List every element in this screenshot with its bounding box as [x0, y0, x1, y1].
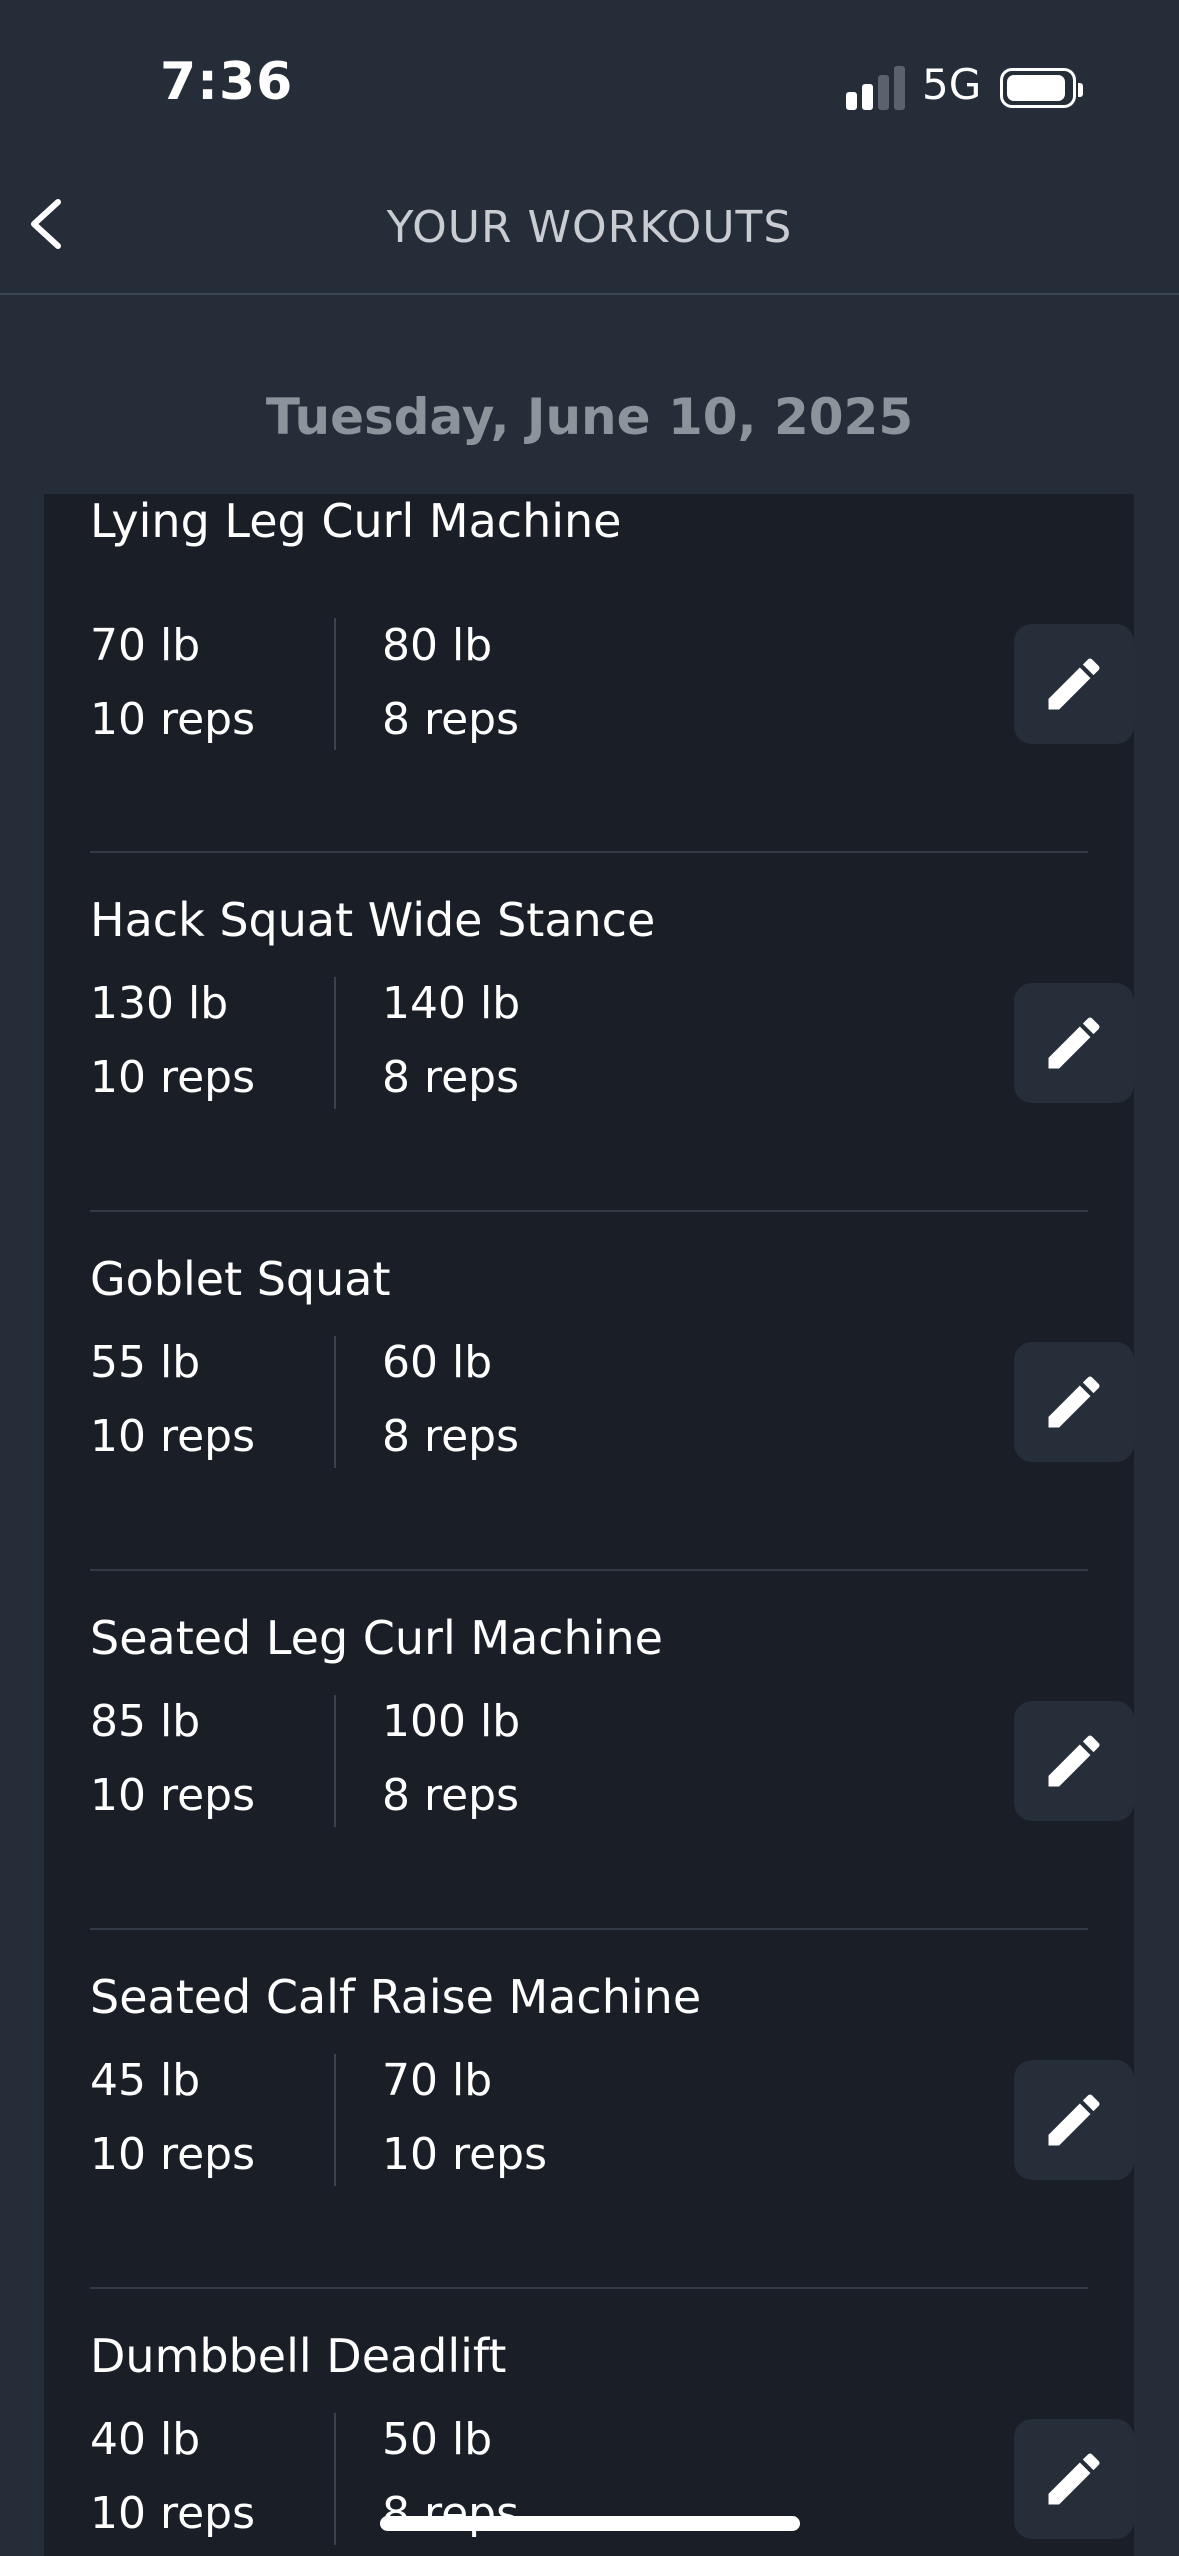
workout-list: Lying Leg Curl Machine 70 lb 10 reps 80 … — [44, 494, 1134, 2556]
set-1: 130 lb 10 reps — [90, 967, 255, 1115]
set-weight: 45 lb — [90, 2055, 201, 2106]
set-2: 140 lb 8 reps — [382, 967, 520, 1115]
set-divider — [334, 1336, 336, 1468]
exercise-entry: Hack Squat Wide Stance 130 lb 10 reps 14… — [90, 853, 1134, 1212]
status-time: 7:36 — [160, 52, 294, 112]
set-divider — [334, 618, 336, 750]
set-1: 85 lb 10 reps — [90, 1685, 255, 1833]
edit-button[interactable] — [1014, 2060, 1134, 2180]
set-1: 55 lb 10 reps — [90, 1326, 255, 1474]
edit-button[interactable] — [1014, 1342, 1134, 1462]
set-2: 60 lb 8 reps — [382, 1326, 519, 1474]
set-1: 45 lb 10 reps — [90, 2044, 255, 2192]
set-1: 70 lb 10 reps — [90, 609, 255, 757]
pencil-icon — [1048, 2094, 1100, 2146]
cellular-signal-icon — [846, 66, 906, 110]
pencil-icon — [1048, 658, 1100, 710]
edit-button[interactable] — [1014, 1701, 1134, 1821]
set-divider — [334, 1695, 336, 1827]
exercise-name: Dumbbell Deadlift — [90, 2329, 507, 2383]
set-weight: 140 lb — [382, 978, 521, 1029]
nav-bar: YOUR WORKOUTS — [0, 150, 1179, 295]
set-1: 40 lb 10 reps — [90, 2403, 255, 2551]
home-indicator[interactable] — [380, 2516, 800, 2531]
pencil-icon — [1048, 1735, 1100, 1787]
edit-button[interactable] — [1014, 983, 1134, 1103]
set-reps: 8 reps — [382, 1411, 520, 1462]
set-divider — [334, 2413, 336, 2545]
set-weight: 85 lb — [90, 1696, 201, 1747]
status-bar: 7:36 5G — [0, 0, 1179, 150]
set-weight: 100 lb — [382, 1696, 521, 1747]
exercise-name: Seated Calf Raise Machine — [90, 1970, 702, 2024]
set-reps: 10 reps — [90, 1411, 256, 1462]
set-reps: 8 reps — [382, 1052, 520, 1103]
exercise-name: Lying Leg Curl Machine — [90, 494, 622, 548]
exercise-entry: Lying Leg Curl Machine 70 lb 10 reps 80 … — [90, 494, 1134, 853]
set-weight: 130 lb — [90, 978, 229, 1029]
set-weight: 55 lb — [90, 1337, 201, 1388]
set-weight: 40 lb — [90, 2414, 201, 2465]
set-reps: 8 reps — [382, 1770, 520, 1821]
exercise-name: Goblet Squat — [90, 1252, 391, 1306]
edit-button[interactable] — [1014, 2419, 1134, 2539]
workout-date: Tuesday, June 10, 2025 — [265, 388, 914, 446]
exercise-entry: Goblet Squat 55 lb 10 reps 60 lb 8 reps — [90, 1212, 1134, 1571]
set-weight: 70 lb — [382, 2055, 493, 2106]
set-2: 100 lb 8 reps — [382, 1685, 520, 1833]
exercise-name: Hack Squat Wide Stance — [90, 893, 656, 947]
set-reps: 10 reps — [382, 2129, 548, 2180]
set-reps: 8 reps — [382, 694, 520, 745]
network-type: 5G — [922, 60, 982, 109]
set-divider — [334, 2054, 336, 2186]
battery-icon — [1000, 68, 1083, 108]
exercise-entry: Seated Leg Curl Machine 85 lb 10 reps 10… — [90, 1571, 1134, 1930]
exercise-name: Seated Leg Curl Machine — [90, 1611, 663, 1665]
set-reps: 10 reps — [90, 1770, 256, 1821]
edit-button[interactable] — [1014, 624, 1134, 744]
page-title: YOUR WORKOUTS — [386, 202, 793, 253]
set-weight: 80 lb — [382, 620, 493, 671]
workouts-screen: 7:36 5G YOUR WORKOUTS Tuesday, June 10, … — [0, 0, 1179, 2556]
set-reps: 10 reps — [90, 694, 256, 745]
exercise-entry: Seated Calf Raise Machine 45 lb 10 reps … — [90, 1930, 1134, 2289]
pencil-icon — [1048, 1376, 1100, 1428]
set-weight: 60 lb — [382, 1337, 493, 1388]
set-weight: 50 lb — [382, 2414, 493, 2465]
set-2: 70 lb 10 reps — [382, 2044, 547, 2192]
set-2: 80 lb 8 reps — [382, 609, 519, 757]
set-reps: 8 reps — [382, 2488, 520, 2539]
set-reps: 10 reps — [90, 2488, 256, 2539]
set-divider — [334, 977, 336, 1109]
set-reps: 10 reps — [90, 1052, 256, 1103]
pencil-icon — [1048, 1017, 1100, 1069]
set-weight: 70 lb — [90, 620, 201, 671]
pencil-icon — [1048, 2453, 1100, 2505]
set-reps: 10 reps — [90, 2129, 256, 2180]
